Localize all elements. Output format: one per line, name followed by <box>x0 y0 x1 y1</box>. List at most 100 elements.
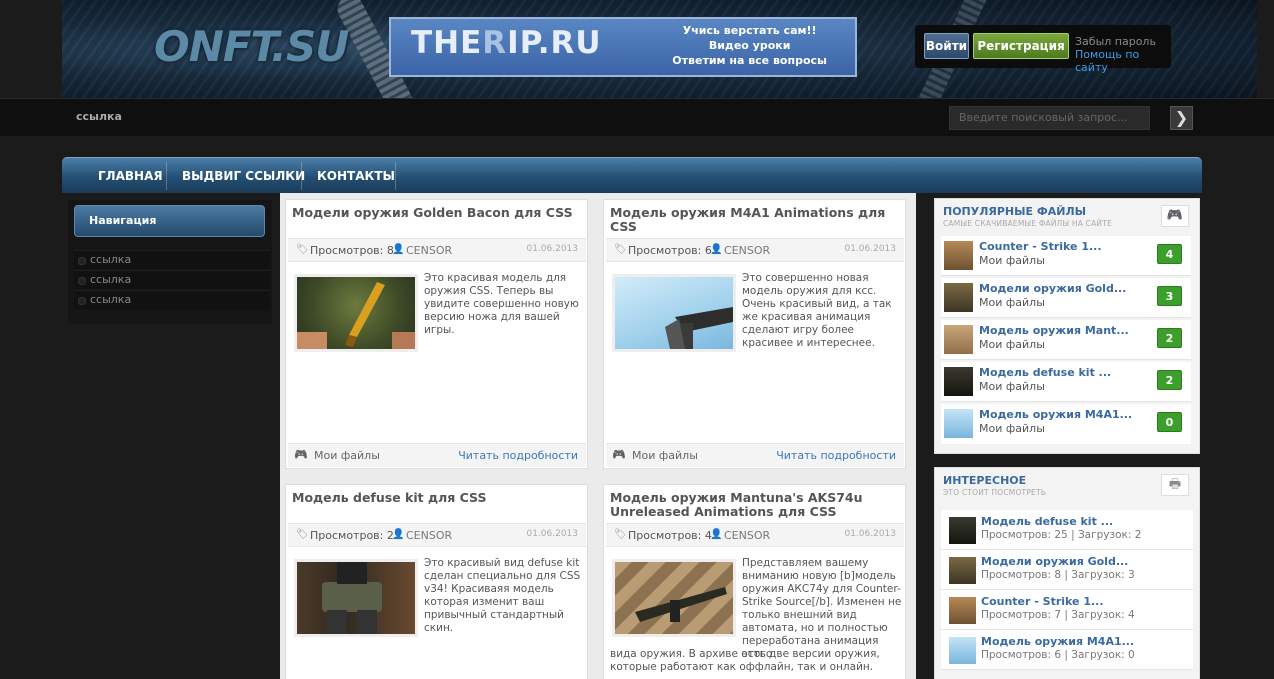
popular-item[interactable]: Модель оружия M4A1... Мои файлы 0 <box>941 404 1191 444</box>
popular-item-title[interactable]: Модель defuse kit ... <box>979 366 1111 379</box>
author[interactable]: CENSOR <box>406 244 452 257</box>
popular-item[interactable]: Модель оружия Mant... Мои файлы 2 <box>941 320 1191 360</box>
article-description: Это красивый вид defuse kit сделан специ… <box>424 557 581 634</box>
sidebar-link[interactable]: ссылка <box>74 290 270 309</box>
content-area: Модели оружия Golden Bacon для CSS 🏷 Про… <box>280 193 916 679</box>
rifle-image <box>635 587 727 622</box>
interesting-item[interactable]: Counter - Strike 1... Просмотров: 7 | За… <box>941 590 1193 630</box>
sub-bar-link[interactable]: ссылка <box>76 110 122 123</box>
download-count-badge: 4 <box>1157 244 1182 264</box>
sidebar-heading: Навигация <box>74 205 265 237</box>
gamepad-icon: 🎮 <box>612 448 626 461</box>
interesting-box: ИНТЕРЕСНОЕ ЭТО СТОИТ ПОСМОТРЕТЬ 🖶 Модель… <box>934 467 1200 679</box>
article-title[interactable]: Модель оружия M4A1 Animations для CSS <box>610 206 902 234</box>
article-description: Это красивая модель для оружия CSS. Тепе… <box>424 272 579 336</box>
interesting-item-stats: Просмотров: 8 | Загрузок: 3 <box>981 569 1135 581</box>
article-card: Модель оружия M4A1 Animations для CSS 🏷 … <box>603 199 906 469</box>
sidebar-link[interactable]: ссылка <box>74 250 270 269</box>
article-description: Представляем вашему вниманию новую [b]мо… <box>742 557 902 660</box>
category-link[interactable]: Мои файлы <box>632 449 698 462</box>
popular-item[interactable]: Модель defuse kit ... Мои файлы 2 <box>941 362 1191 402</box>
category-link[interactable]: Мои файлы <box>314 449 380 462</box>
article-card: Модель defuse kit для CSS 🏷 Просмотров: … <box>285 484 588 679</box>
interesting-item-stats: Просмотров: 25 | Загрузок: 2 <box>981 529 1142 541</box>
interesting-item-thumb <box>949 517 976 544</box>
article-title[interactable]: Модель оружия Mantuna's AKS74u Unrelease… <box>610 491 902 519</box>
popular-files-box: ПОПУЛЯРНЫЕ ФАЙЛЫ САМЫЕ СКАЧИВАЕМЫЕ ФАЙЛЫ… <box>934 198 1200 454</box>
view-count: Просмотров: 6 <box>628 244 712 257</box>
ad-banner[interactable]: THERIP.RU Учись верстать сам!! Видео уро… <box>389 17 857 77</box>
interesting-item-thumb <box>949 637 976 664</box>
interesting-item-title[interactable]: Модель оружия M4A1... <box>981 635 1134 648</box>
banner-title: THERIP.RU <box>411 25 602 61</box>
article-thumbnail[interactable] <box>294 559 418 637</box>
popular-item-thumb <box>944 325 973 354</box>
popular-item-category[interactable]: Мои файлы <box>979 422 1045 435</box>
nav-item-promote-links[interactable]: ВЫДВИГ ССЫЛКИ <box>182 158 305 194</box>
author[interactable]: CENSOR <box>724 244 770 257</box>
nav-item-home[interactable]: ГЛАВНАЯ <box>98 158 163 194</box>
popular-item-title[interactable]: Модели оружия Gold... <box>979 282 1126 295</box>
site-help-link[interactable]: Помощь по сайту <box>1075 48 1171 74</box>
popular-item[interactable]: Модели оружия Gold... Мои файлы 3 <box>941 278 1191 318</box>
author[interactable]: CENSOR <box>406 529 452 542</box>
gamepad-icon: 🎮 <box>294 448 308 461</box>
popular-item-category[interactable]: Мои файлы <box>979 296 1045 309</box>
interesting-item-stats: Просмотров: 6 | Загрузок: 0 <box>981 649 1135 661</box>
article-thumbnail[interactable] <box>612 274 736 352</box>
login-button[interactable]: Войти <box>924 33 969 59</box>
popular-item-category[interactable]: Мои файлы <box>979 338 1045 351</box>
popular-item-title[interactable]: Модель оружия M4A1... <box>979 408 1132 421</box>
gamepad-icon: 🎮 <box>1161 205 1189 227</box>
banner-text: Учись верстать сам!! Видео уроки Ответим… <box>672 24 827 67</box>
forgot-password-link[interactable]: Забыл пароль <box>1075 35 1156 48</box>
author[interactable]: CENSOR <box>724 529 770 542</box>
popular-files-title: ПОПУЛЯРНЫЕ ФАЙЛЫ <box>943 205 1087 218</box>
post-date: 01.06.2013 <box>526 244 578 254</box>
popular-item[interactable]: Counter - Strike 1... Мои файлы 4 <box>941 236 1191 276</box>
printer-icon: 🖶 <box>1161 474 1189 496</box>
article-meta: 🏷 Просмотров: 8 👤 CENSOR 01.06.2013 <box>288 238 586 262</box>
nav-item-contacts[interactable]: КОНТАКТЫ <box>317 158 395 194</box>
popular-item-title[interactable]: Counter - Strike 1... <box>979 240 1102 253</box>
article-description-continued: вида оружия. В архиве есть две версии ор… <box>610 648 880 673</box>
download-count-badge: 0 <box>1157 412 1182 432</box>
search-input[interactable]: Введите поисковый запрос... <box>949 106 1150 130</box>
search-submit-icon[interactable]: ❯ <box>1170 106 1193 130</box>
article-thumbnail[interactable] <box>612 559 736 637</box>
register-button[interactable]: Регистрация <box>973 33 1069 59</box>
popular-item-category[interactable]: Мои файлы <box>979 380 1045 393</box>
popular-item-title[interactable]: Модель оружия Mant... <box>979 324 1129 337</box>
read-more-link[interactable]: Читать подробности <box>458 449 578 462</box>
article-thumbnail[interactable] <box>294 274 418 352</box>
post-date: 01.06.2013 <box>844 529 896 539</box>
interesting-item[interactable]: Модель defuse kit ... Просмотров: 25 | З… <box>941 510 1193 550</box>
nav-separator <box>166 162 167 190</box>
popular-item-thumb <box>944 409 973 438</box>
article-card: Модель оружия Mantuna's AKS74u Unrelease… <box>603 484 906 679</box>
popular-item-thumb <box>944 241 973 270</box>
knife-image <box>297 282 415 349</box>
site-logo[interactable]: ONFT.SU <box>154 22 349 71</box>
sidebar-link[interactable]: ссылка <box>74 270 270 289</box>
popular-item-thumb <box>944 283 973 312</box>
nav-separator <box>395 162 396 190</box>
interesting-item-title[interactable]: Модель defuse kit ... <box>981 515 1113 528</box>
popular-item-category[interactable]: Мои файлы <box>979 254 1045 267</box>
tag-icon: 🏷 <box>614 244 627 255</box>
interesting-item-title[interactable]: Модели оружия Gold... <box>981 555 1128 568</box>
popular-item-thumb <box>944 367 973 396</box>
popular-files-subtitle: САМЫЕ СКАЧИВАЕМЫЕ ФАЙЛЫ НА САЙТЕ <box>943 219 1112 228</box>
interesting-item-thumb <box>949 557 976 584</box>
interesting-item[interactable]: Модель оружия M4A1... Просмотров: 6 | За… <box>941 630 1193 670</box>
article-title[interactable]: Модели оружия Golden Bacon для CSS <box>292 206 584 220</box>
user-icon: 👤 <box>710 244 723 255</box>
interesting-item-title[interactable]: Counter - Strike 1... <box>981 595 1104 608</box>
nav-separator <box>301 162 302 190</box>
interesting-item[interactable]: Модели оружия Gold... Просмотров: 8 | За… <box>941 550 1193 590</box>
user-icon: 👤 <box>392 529 405 540</box>
read-more-link[interactable]: Читать подробности <box>776 449 896 462</box>
article-title[interactable]: Модель defuse kit для CSS <box>292 491 584 505</box>
article-meta: 🏷 Просмотров: 4 👤 CENSOR 01.06.2013 <box>606 523 904 547</box>
article-description: Это совершенно новая модель оружия для к… <box>742 272 892 349</box>
